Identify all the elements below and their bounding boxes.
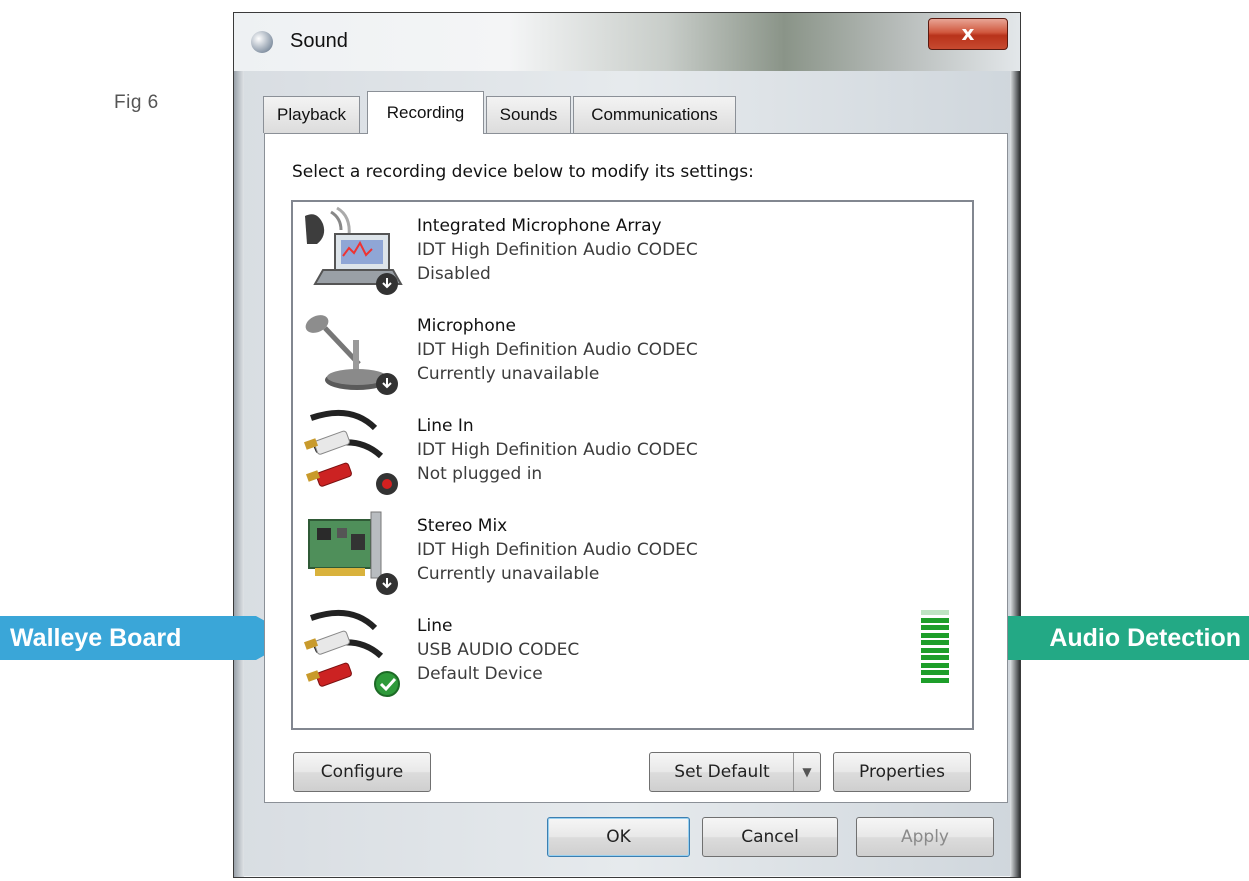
tab-communications[interactable]: Communications xyxy=(573,96,736,133)
level-meter-bar xyxy=(921,640,949,645)
title-bar[interactable]: Sound x xyxy=(234,13,1020,71)
level-meter-bar xyxy=(921,655,949,660)
recording-panel: Select a recording device below to modif… xyxy=(264,133,1008,803)
ok-button[interactable]: OK xyxy=(547,817,690,857)
device-item-microphone[interactable]: Microphone IDT High Definition Audio COD… xyxy=(293,302,972,402)
laptop-microphone-icon xyxy=(305,206,403,295)
callout-label: Walleye Board xyxy=(0,616,256,660)
configure-button[interactable]: Configure xyxy=(293,752,431,792)
level-meter-bar xyxy=(921,625,949,630)
device-name: Line xyxy=(417,616,453,636)
tab-playback[interactable]: Playback xyxy=(263,96,360,133)
device-item-integrated-microphone-array[interactable]: Integrated Microphone Array IDT High Def… xyxy=(293,202,972,302)
device-item-line[interactable]: Line USB AUDIO CODEC Default Device xyxy=(293,602,972,702)
level-meter-bar xyxy=(921,677,949,683)
close-button[interactable]: x xyxy=(928,18,1008,50)
properties-button[interactable]: Properties xyxy=(833,752,971,792)
audio-level-meter xyxy=(921,610,949,686)
rca-cable-icon xyxy=(303,409,398,495)
device-name: Line In xyxy=(417,416,474,436)
figure-label: Fig 6 xyxy=(114,92,159,113)
level-meter-bar xyxy=(921,632,949,638)
device-codec: IDT High Definition Audio CODEC xyxy=(417,340,698,360)
level-meter-bar xyxy=(921,610,949,615)
tab-sounds[interactable]: Sounds xyxy=(486,96,571,133)
device-status: Currently unavailable xyxy=(417,364,600,384)
level-meter-bar xyxy=(921,647,949,653)
chevron-down-icon[interactable]: ▼ xyxy=(793,753,820,791)
device-status: Default Device xyxy=(417,664,543,684)
device-item-stereo-mix[interactable]: Stereo Mix IDT High Definition Audio COD… xyxy=(293,502,972,602)
desk-microphone-icon xyxy=(305,315,398,395)
window-frame-left xyxy=(234,71,244,877)
device-name: Microphone xyxy=(417,316,516,336)
tab-recording[interactable]: Recording xyxy=(367,91,484,134)
device-status: Currently unavailable xyxy=(417,564,600,584)
apply-button[interactable]: Apply xyxy=(856,817,994,857)
set-default-label: Set Default xyxy=(674,762,770,782)
sound-card-icon xyxy=(308,511,398,595)
speaker-icon xyxy=(251,31,273,53)
device-status: Disabled xyxy=(417,264,491,284)
sound-dialog: Sound x Playback Recording Sounds Commun… xyxy=(233,12,1021,878)
instruction-text: Select a recording device below to modif… xyxy=(292,162,754,182)
level-meter-bar xyxy=(921,670,949,675)
device-name: Stereo Mix xyxy=(417,516,508,536)
device-name: Integrated Microphone Array xyxy=(417,216,662,236)
window-frame-right xyxy=(1010,71,1020,877)
callout-label: Audio Detection xyxy=(997,616,1249,660)
device-codec: IDT High Definition Audio CODEC xyxy=(417,440,698,460)
level-meter-bar xyxy=(921,662,949,668)
device-status: Not plugged in xyxy=(417,464,543,484)
device-codec: IDT High Definition Audio CODEC xyxy=(417,240,698,260)
level-meter-bar xyxy=(921,617,949,623)
window-title: Sound xyxy=(290,30,348,52)
device-item-line-in[interactable]: Line In IDT High Definition Audio CODEC … xyxy=(293,402,972,502)
cancel-button[interactable]: Cancel xyxy=(702,817,838,857)
device-list[interactable]: Integrated Microphone Array IDT High Def… xyxy=(291,200,974,730)
device-codec: IDT High Definition Audio CODEC xyxy=(417,540,698,560)
set-default-button[interactable]: Set Default ▼ xyxy=(649,752,821,792)
device-codec: USB AUDIO CODEC xyxy=(417,640,580,660)
rca-cable-icon xyxy=(303,609,400,697)
